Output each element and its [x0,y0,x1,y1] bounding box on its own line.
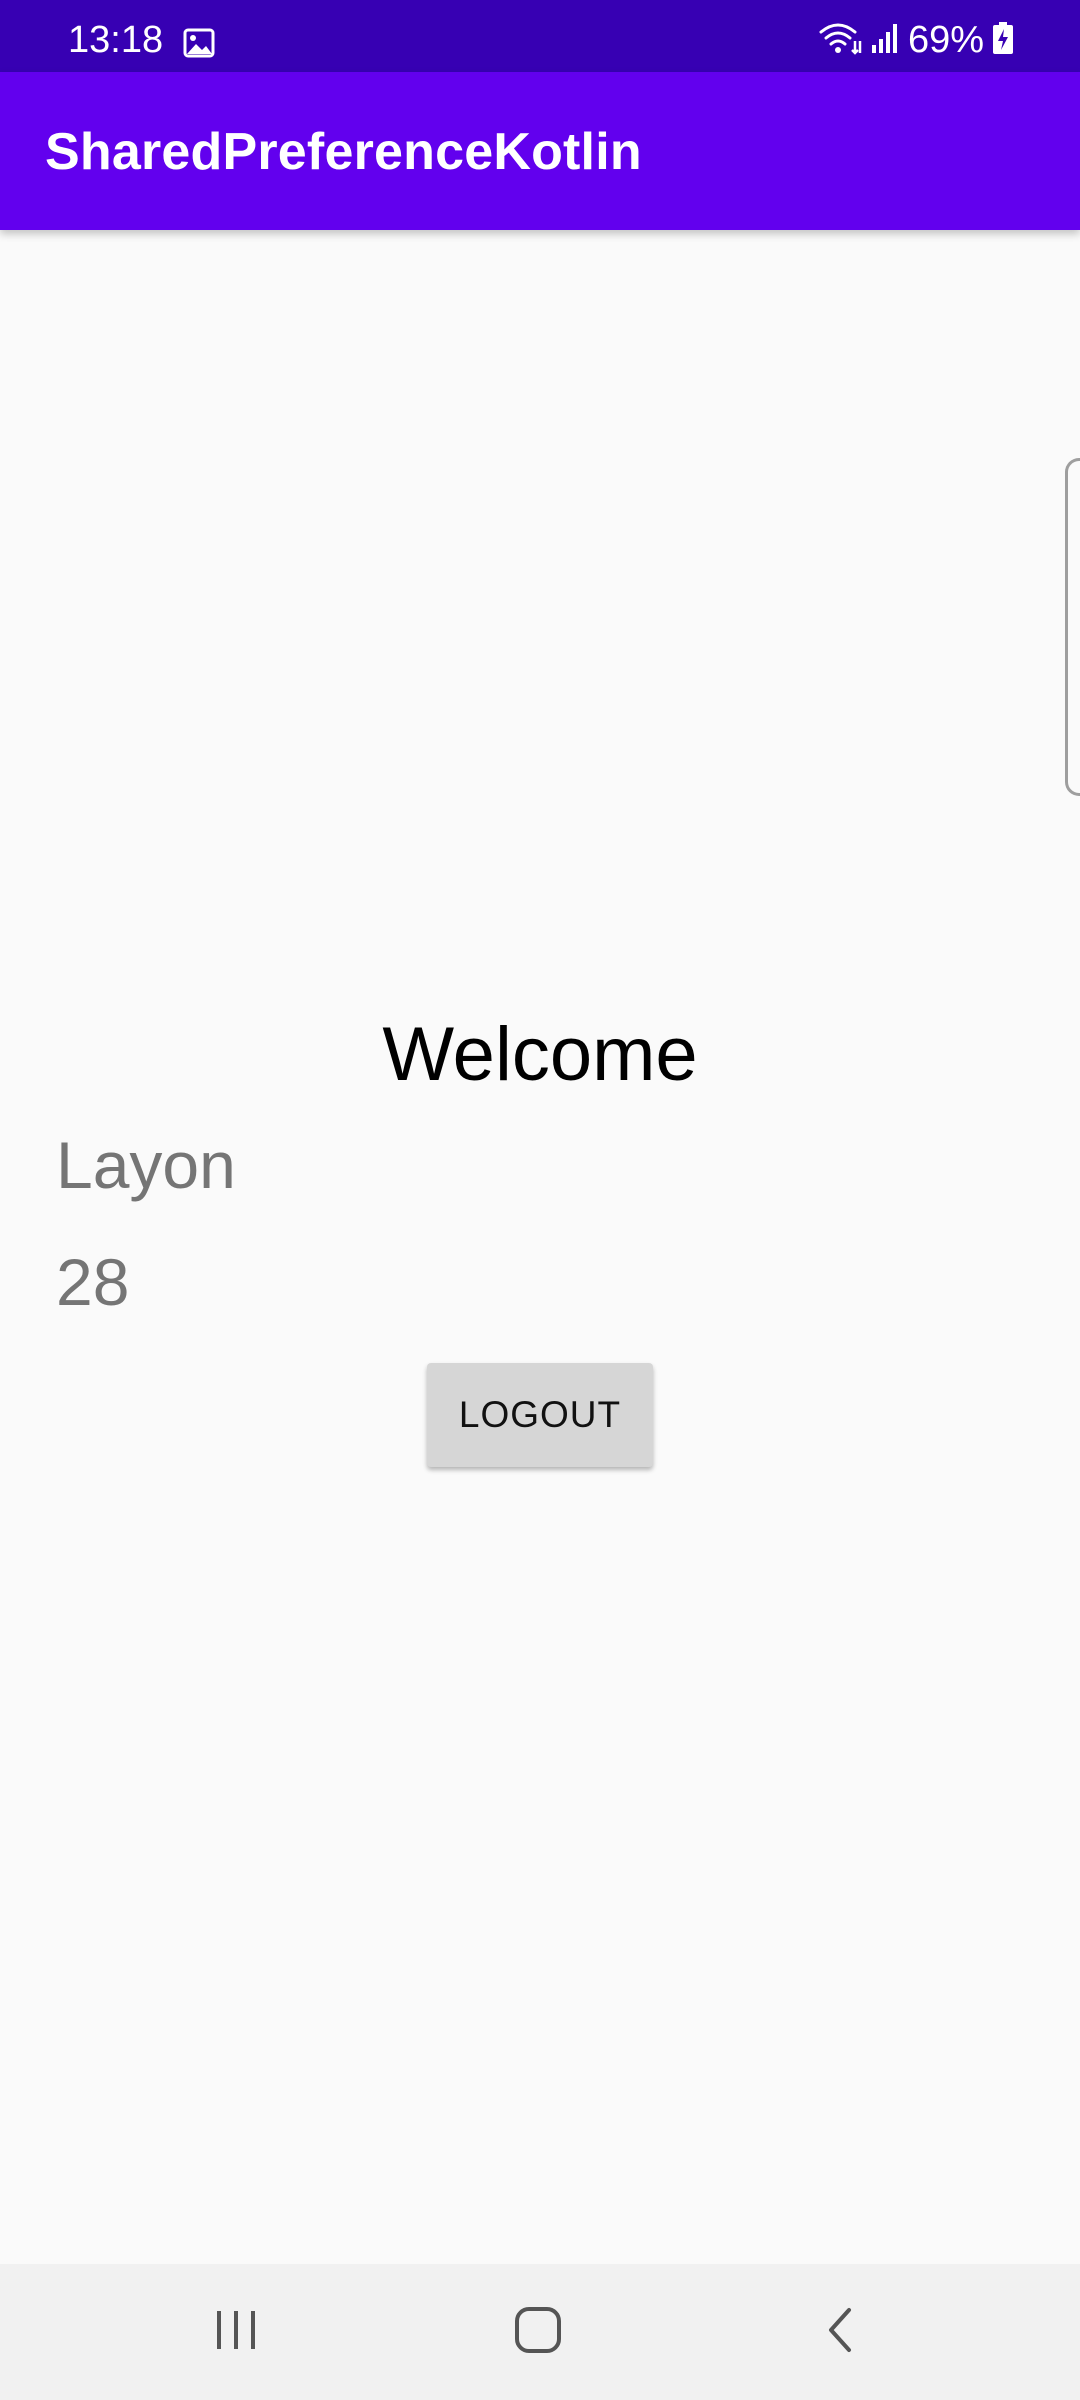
edge-panel-handle[interactable] [1065,458,1080,796]
user-name: Layon [56,1128,236,1202]
status-time: 13:18 [68,19,164,61]
app-bar: SharedPreferenceKotlin [0,72,1080,230]
battery-percent: 69% [907,19,984,61]
signal-icon [870,21,900,60]
status-right-group: 69% [818,20,1014,60]
battery-charging-icon [992,21,1014,60]
wifi-icon [818,21,862,60]
recents-button[interactable] [156,2264,316,2400]
back-button[interactable] [760,2264,920,2400]
home-button[interactable] [458,2264,618,2400]
back-icon [825,2306,855,2359]
logout-button[interactable]: LOGOUT [427,1363,653,1467]
image-icon [183,28,215,58]
status-bar: 13:18 69% [0,0,1080,72]
home-icon [514,2306,562,2359]
user-age: 28 [56,1245,130,1319]
welcome-title: Welcome [382,1012,698,1097]
app-title: SharedPreferenceKotlin [45,123,642,181]
recents-icon [214,2309,258,2356]
navigation-bar [0,2264,1080,2400]
